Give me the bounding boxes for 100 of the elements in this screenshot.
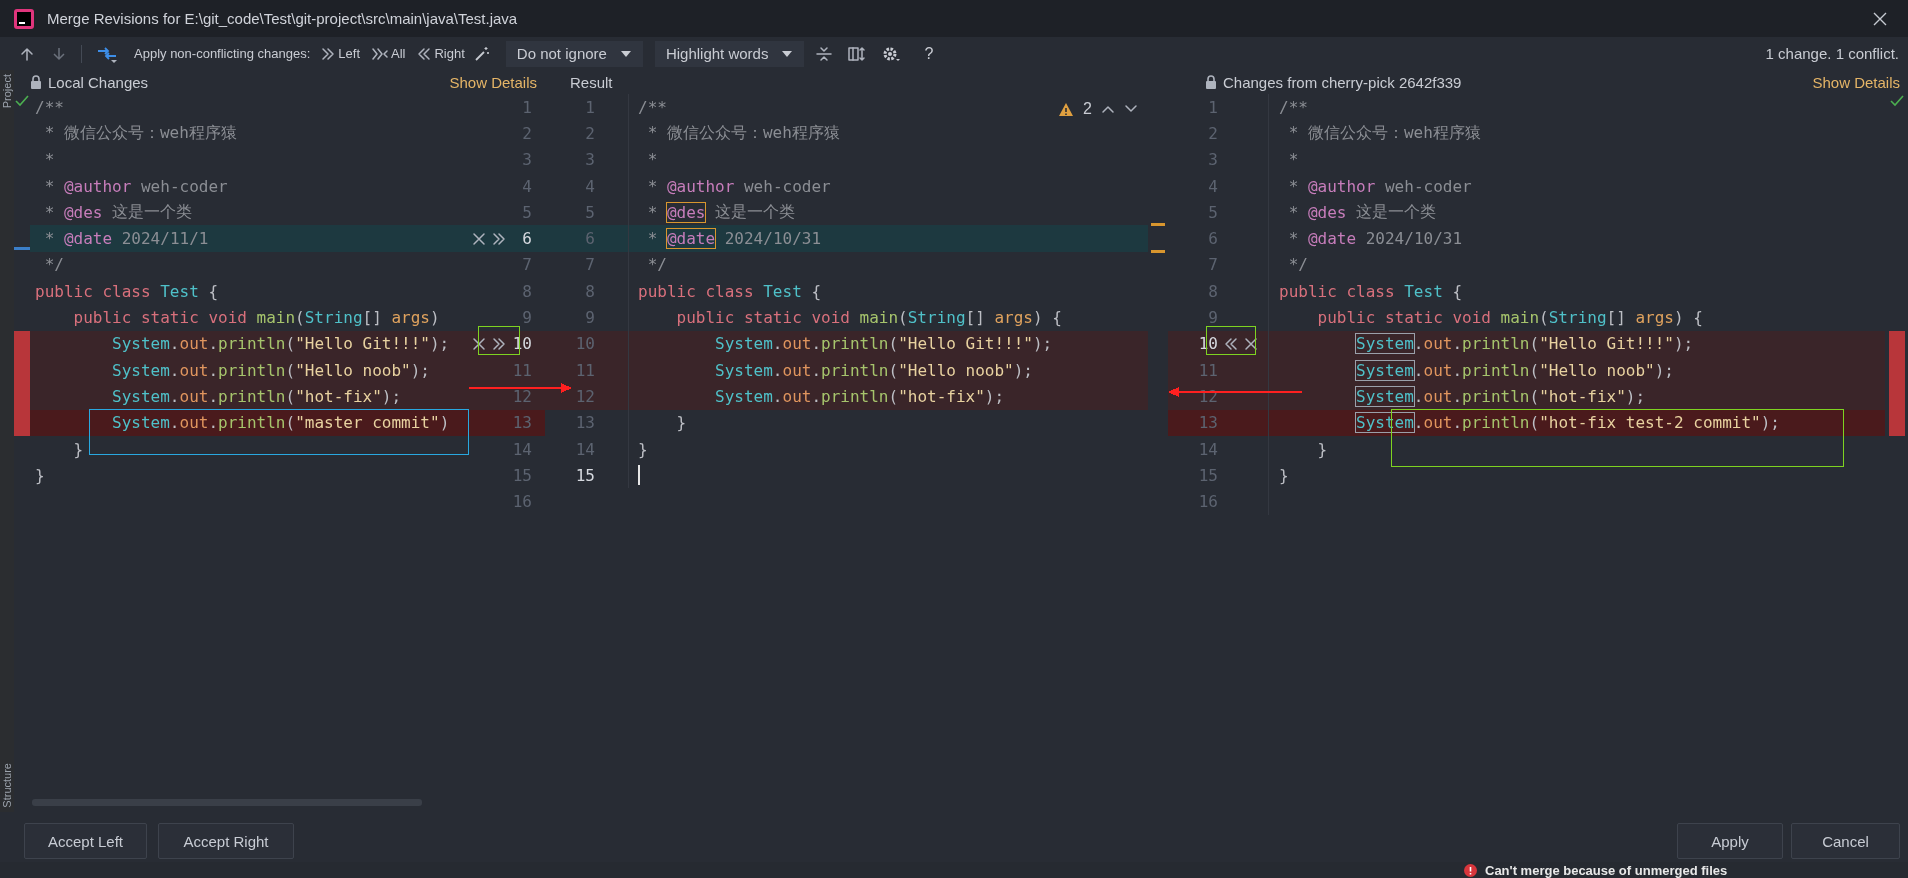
apply-button[interactable]: Apply [1677, 823, 1783, 859]
pane-title: Changes from cherry-pick 2642f339 [1223, 73, 1462, 91]
line-number: 15 [512, 465, 532, 485]
double-chevron-right-icon[interactable] [492, 231, 506, 246]
code-line: * [1268, 146, 1885, 173]
columns-icon[interactable] [848, 45, 867, 62]
line-number: 10 [575, 334, 595, 354]
double-chevron-left-icon[interactable] [1224, 336, 1238, 351]
merge-arrows-icon[interactable] [96, 44, 118, 63]
line-number: 1 [1207, 97, 1218, 117]
code-line: public static void main(String[] args) { [628, 304, 1148, 331]
apply-right-button[interactable]: Right [414, 44, 468, 63]
accept-button[interactable]: Accept Left [24, 823, 147, 859]
pane-title: Local Changes [48, 73, 149, 91]
line-number: 15 [575, 465, 595, 485]
code-line: } [628, 409, 1148, 436]
line-number: 8 [584, 281, 595, 301]
app-logo-icon [14, 8, 34, 29]
line-number: 11 [1198, 360, 1218, 380]
merge-chevrons-icon [372, 46, 389, 61]
line-number: 13 [1198, 413, 1218, 433]
close-icon[interactable] [1872, 10, 1888, 27]
chevron-up-icon[interactable] [1101, 104, 1115, 114]
filter-dropdown[interactable]: Do not ignore [505, 40, 643, 67]
change-marker [1151, 249, 1165, 253]
code-line: public static void main(String[] args) { [1268, 304, 1885, 331]
accept-button[interactable]: Accept Right [158, 823, 294, 859]
pane-title: Result [570, 73, 613, 91]
line-number: 4 [1207, 176, 1218, 196]
line-number: 4 [521, 176, 532, 196]
apply-all-button[interactable]: All [369, 44, 409, 63]
settings-icon[interactable] [882, 45, 901, 62]
conflict-marker [1888, 330, 1905, 357]
line-number: 11 [575, 360, 595, 380]
line-number: 14 [1198, 439, 1218, 459]
code-line: * 微信公众号：weh程序猿 [1268, 120, 1885, 147]
line-number: 6 [521, 229, 532, 249]
change-marker [14, 247, 30, 251]
code-line: public class Test { [1268, 278, 1885, 305]
warning-icon [1058, 101, 1075, 117]
code-line: } [1268, 435, 1885, 463]
line-number: 12 [575, 386, 595, 406]
line-number: 2 [1207, 123, 1218, 143]
line-number: 11 [512, 360, 532, 380]
cancel-button[interactable]: Cancel [1791, 823, 1900, 859]
code-line: * @author weh-coder [43, 175, 229, 198]
line-number: 3 [521, 150, 532, 170]
magic-wand-icon[interactable] [473, 45, 490, 62]
help-button[interactable]: ? [918, 43, 940, 64]
code-line: * @des 这是一个类 [1268, 199, 1885, 226]
double-chevron-right-icon[interactable] [492, 336, 506, 351]
line-number: 12 [512, 386, 532, 406]
show-details-link[interactable]: Show Details [449, 73, 537, 91]
line-number: 8 [521, 281, 532, 301]
filter-dropdown[interactable]: Highlight words [654, 40, 805, 67]
code-line: * [43, 149, 56, 172]
code-line: } [34, 464, 46, 487]
check-icon [15, 94, 29, 108]
apply-left-button[interactable]: Left [318, 44, 364, 63]
line-number: 13 [512, 413, 532, 433]
line-number: 16 [512, 492, 532, 512]
line-number: 8 [1207, 281, 1218, 301]
collapse-icon[interactable] [816, 45, 833, 62]
conflict-marker [14, 330, 30, 357]
line-number: 7 [521, 255, 532, 275]
line-number: 14 [512, 439, 532, 459]
toolbar-label: Apply non-conflicting changes: [134, 46, 311, 61]
code-line: * @des 这是一个类 [43, 200, 194, 224]
close-icon[interactable] [472, 336, 486, 351]
chevron-down-icon[interactable] [1124, 104, 1138, 114]
down-arrow-icon[interactable] [51, 45, 67, 62]
double-chevron-left-icon [417, 46, 432, 61]
line-number: 6 [1207, 229, 1218, 249]
code-line: } [628, 435, 1148, 463]
conflict-marker [14, 409, 30, 436]
line-number: 9 [584, 308, 595, 327]
line-number: 5 [1207, 202, 1218, 222]
code-line: */ [1268, 251, 1885, 279]
code-line: * 微信公众号：weh程序猿 [628, 120, 1148, 147]
line-number: 14 [575, 439, 595, 459]
double-chevron-right-icon [321, 46, 336, 61]
up-arrow-icon[interactable] [19, 45, 35, 62]
close-icon[interactable] [1244, 336, 1258, 351]
code-line: * @author weh-coder [628, 172, 1148, 200]
conflict-summary: 1 change. 1 conflict. [1765, 45, 1899, 62]
show-details-link[interactable]: Show Details [1812, 73, 1900, 91]
close-icon[interactable] [472, 231, 486, 246]
line-number: 13 [575, 413, 595, 433]
code-line: public static void main(String[] args) [72, 307, 441, 329]
line-number: 4 [584, 176, 595, 196]
window-title: Merge Revisions for E:\git_code\Test\git-project\src\main\java\Test.java [47, 10, 518, 27]
code-line: /** [1268, 94, 1885, 121]
line-number: 5 [584, 202, 595, 222]
side-tab[interactable]: Project [1, 74, 13, 109]
dropdown-caret-icon [620, 50, 631, 57]
line-number: 15 [1198, 465, 1218, 485]
error-icon [1464, 863, 1477, 877]
line-number: 2 [521, 123, 532, 143]
change-marker [1151, 223, 1165, 227]
side-tab[interactable]: Structure [1, 763, 13, 808]
